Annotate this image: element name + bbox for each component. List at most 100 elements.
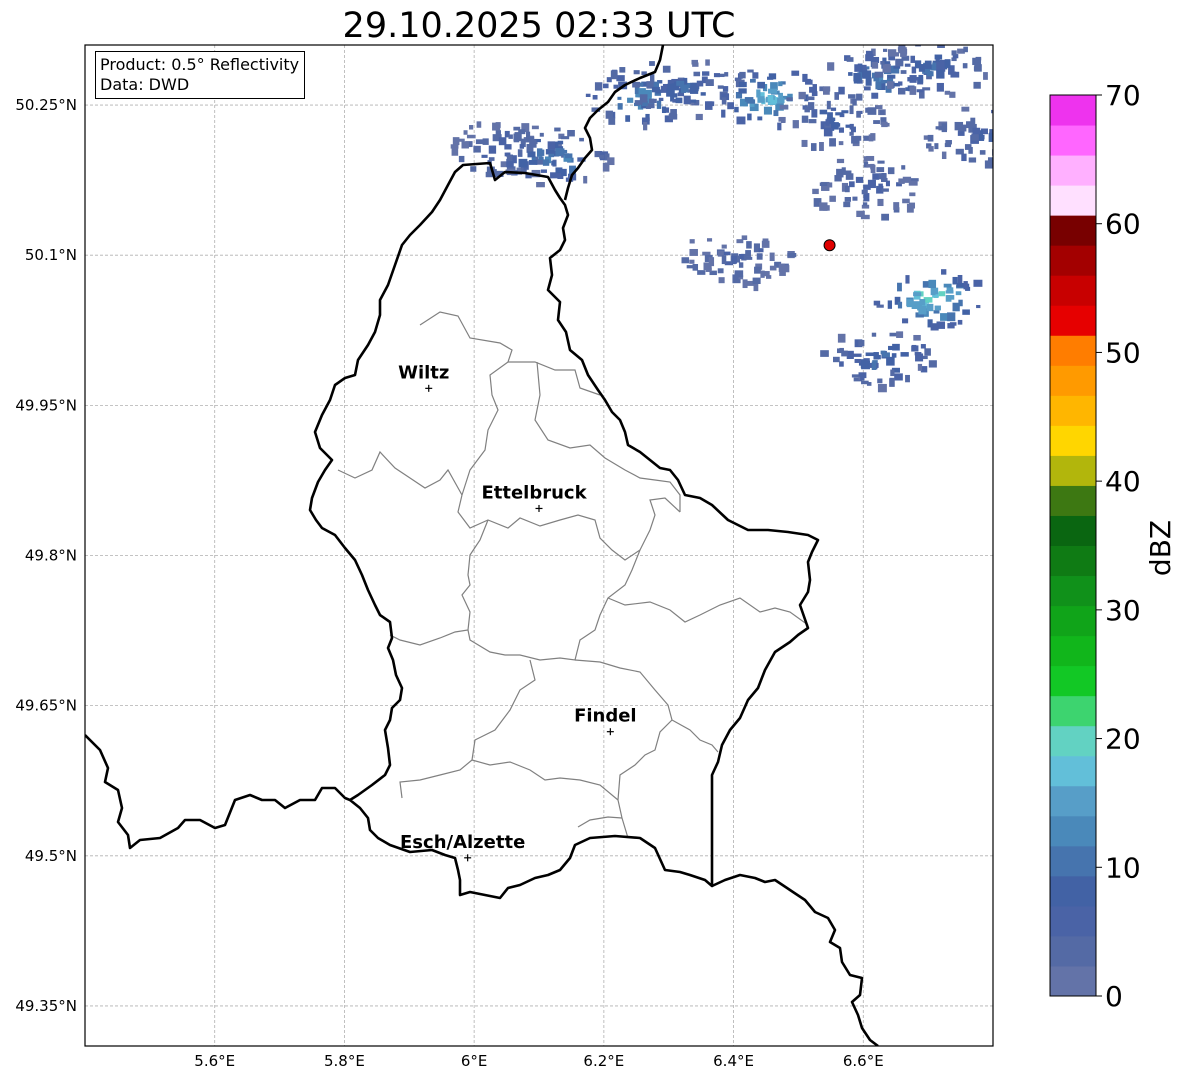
echo-pixel <box>695 113 703 121</box>
echo-pixel <box>610 70 618 80</box>
canton-border <box>399 659 536 799</box>
echo-pixel <box>933 310 940 314</box>
echo-pixel <box>805 79 813 85</box>
echo-pixel <box>972 57 982 66</box>
echo-pixel <box>893 202 900 210</box>
colorbar-bin <box>1050 185 1096 216</box>
colorbar-bin <box>1050 515 1096 546</box>
echo-pixel <box>878 173 887 180</box>
echo-pixel <box>470 166 477 172</box>
echo-pixel <box>881 213 890 221</box>
echo-pixel <box>867 179 876 189</box>
echo-pixel <box>677 92 685 97</box>
echo-pixel <box>811 109 818 118</box>
echo-pixel <box>863 86 871 91</box>
echo-pixel <box>746 241 752 249</box>
echo-pixel <box>531 125 539 130</box>
echo-pixel <box>928 146 934 152</box>
echo-pixel <box>901 165 906 170</box>
echo-pixel <box>519 144 525 149</box>
echo-pixel <box>602 83 609 89</box>
lon-tick-label: 5.8°E <box>324 1052 365 1070</box>
echo-pixel <box>718 277 725 284</box>
echo-pixel <box>830 107 837 111</box>
echo-pixel <box>804 106 810 113</box>
echo-pixel <box>539 132 544 137</box>
echo-pixel <box>683 95 691 105</box>
echo-pixel <box>972 127 981 135</box>
echo-pixel <box>750 78 756 83</box>
echo-pixel <box>763 106 772 115</box>
echo-pixel <box>839 361 844 367</box>
echo-pixel <box>870 133 876 141</box>
source-text: Data: DWD <box>100 75 190 94</box>
echo-pixel <box>469 125 474 130</box>
echo-pixel <box>904 63 911 67</box>
echo-pixel <box>856 111 861 118</box>
echo-pixel <box>912 41 920 44</box>
echo-pixel <box>769 265 777 271</box>
echo-pixel <box>529 139 537 148</box>
echo-pixel <box>835 112 843 116</box>
colorbar-ticks: 0 10 20 30 40 50 60 70 <box>1096 79 1141 1013</box>
echo-pixel <box>855 176 864 183</box>
echo-pixel <box>757 116 763 121</box>
echo-pixel <box>947 323 955 329</box>
echo-pixel <box>766 275 772 279</box>
city-label: Esch/Alzette <box>400 832 525 853</box>
canton-border <box>607 597 809 626</box>
echo-pixel <box>941 151 947 160</box>
echo-pixel <box>887 74 896 79</box>
echo-pixel <box>886 356 895 366</box>
echo-pixel <box>956 282 965 287</box>
echo-pixel <box>888 345 893 351</box>
echo-pixel <box>466 134 476 139</box>
echo-pixel <box>896 331 904 338</box>
echo-pixel <box>833 356 840 363</box>
echo-pixel <box>547 141 555 150</box>
echo-pixel <box>551 160 556 166</box>
echo-pixel <box>860 361 869 369</box>
echo-pixel <box>594 82 603 91</box>
echo-pixel <box>887 167 895 175</box>
lat-tick-label: 50.25°N <box>15 96 77 114</box>
echo-pixel <box>871 92 879 99</box>
echo-pixel <box>540 169 547 173</box>
echo-pixel <box>963 46 968 53</box>
echo-pixel <box>777 97 785 104</box>
echo-pixel <box>1021 151 1030 158</box>
echo-pixel <box>902 318 909 324</box>
echo-pixel <box>585 93 591 98</box>
echo-pixel <box>976 304 981 309</box>
echo-pixel <box>973 279 983 287</box>
echo-pixel <box>706 238 713 242</box>
colorbar-bin <box>1050 155 1096 186</box>
echo-pixel <box>801 139 808 147</box>
echo-pixel <box>778 263 785 272</box>
echo-pixel <box>555 147 562 157</box>
echo-pixel <box>919 299 926 306</box>
echo-pixel <box>854 358 862 363</box>
echo-pixel <box>731 255 738 264</box>
echo-pixel <box>924 348 931 356</box>
echo-pixel <box>905 374 910 383</box>
echo-pixel <box>452 137 460 146</box>
echo-cell <box>923 106 1030 169</box>
echo-pixel <box>557 140 564 145</box>
echo-pixel <box>675 97 683 104</box>
echo-pixel <box>1018 148 1026 156</box>
echo-pixel <box>848 72 853 76</box>
lat-tick-label: 49.8°N <box>25 547 77 565</box>
echo-pixel <box>849 181 855 188</box>
echo-pixel <box>812 188 819 195</box>
echo-pixel <box>962 309 970 315</box>
echo-pixel <box>738 88 747 94</box>
echo-pixel <box>513 133 522 142</box>
echo-pixel <box>1016 156 1025 160</box>
echo-pixel <box>461 141 469 149</box>
echo-pixel <box>528 160 538 165</box>
echo-pixel <box>619 67 626 73</box>
canton-border <box>617 719 673 839</box>
echo-pixel <box>526 131 531 141</box>
echo-pixel <box>692 264 699 271</box>
